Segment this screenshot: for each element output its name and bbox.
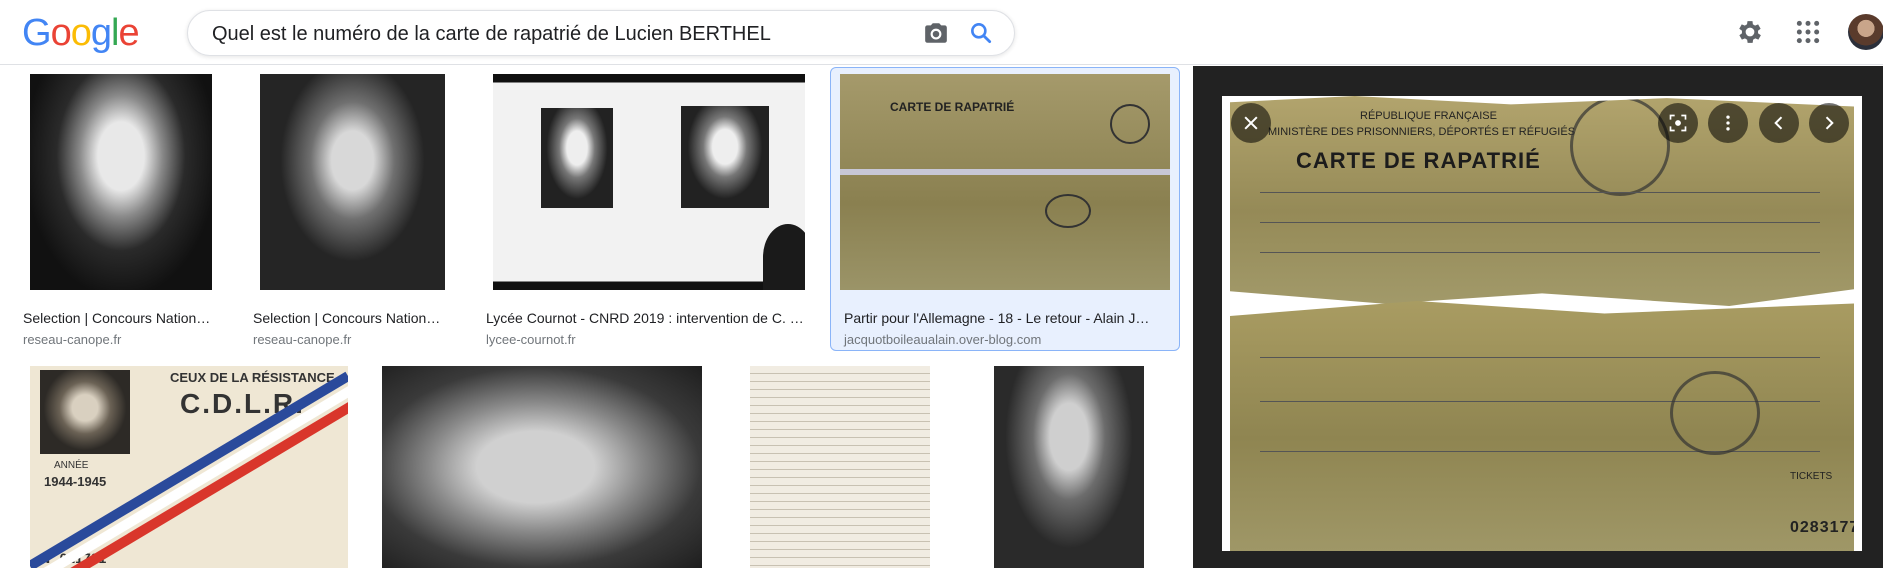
google-logo[interactable]: Google	[22, 12, 140, 55]
previous-button[interactable]	[1759, 103, 1799, 143]
result-thumbnail[interactable]	[382, 366, 702, 568]
form-line	[1260, 192, 1820, 193]
stamp	[1110, 104, 1150, 144]
result-thumbnail[interactable]	[260, 74, 445, 290]
preview-image[interactable]: RÉPUBLIQUE FRANÇAISE MINISTÈRE DES PRISO…	[1222, 96, 1862, 551]
result-card[interactable]: Lycée Cournot - CNRD 2019 : intervention…	[483, 74, 818, 347]
image-results-grid: Selection | Concours Nation… reseau-cano…	[0, 66, 1193, 568]
form-line	[1260, 252, 1820, 253]
next-icon	[1825, 116, 1834, 130]
result-title[interactable]: Selection | Concours Nation…	[23, 310, 223, 326]
document-ministry: MINISTÈRE DES PRISONNIERS, DÉPORTÉS ET R…	[1268, 126, 1576, 138]
result-card[interactable]	[372, 366, 712, 568]
document-title: CARTE DE RAPATRIÉ	[890, 100, 1015, 114]
document-number: 0283177	[1790, 519, 1860, 536]
prev-icon	[1774, 116, 1783, 130]
result-thumbnail[interactable]	[994, 366, 1144, 568]
avatar[interactable]	[1848, 14, 1883, 50]
document-republic: RÉPUBLIQUE FRANÇAISE	[1360, 110, 1497, 122]
result-card[interactable]	[740, 366, 940, 568]
result-card[interactable]	[966, 366, 1176, 568]
tear-gap	[840, 169, 1170, 175]
tricolor-stripes	[30, 371, 348, 568]
document-tickets: TICKETS	[1790, 471, 1833, 482]
camera-icon[interactable]	[923, 20, 949, 46]
result-card[interactable]: CEUX DE LA RÉSISTANCE C.D.L.R. ANNÉE 194…	[20, 366, 350, 568]
result-thumbnail[interactable]	[750, 366, 930, 568]
document-bottom-half: TICKETS 0283177	[1230, 301, 1854, 551]
result-card[interactable]: Selection | Concours Nation… reseau-cano…	[20, 74, 223, 347]
stamp	[1670, 371, 1760, 455]
result-thumbnail[interactable]	[30, 74, 212, 290]
gear-icon[interactable]	[1735, 17, 1765, 47]
more-icon	[1726, 115, 1730, 131]
result-thumbnail[interactable]: CARTE DE RAPATRIÉ	[840, 74, 1170, 290]
result-source: jacquotboileaualain.over-blog.com	[844, 332, 1042, 347]
portrait-photo	[681, 106, 769, 208]
result-card[interactable]: Selection | Concours Nation… reseau-cano…	[250, 74, 460, 347]
document-title: CARTE DE RAPATRIÉ	[1296, 148, 1541, 173]
close-button[interactable]	[1231, 103, 1271, 143]
more-options-button[interactable]	[1708, 103, 1748, 143]
result-title[interactable]: Lycée Cournot - CNRD 2019 : intervention…	[486, 310, 816, 326]
form-line	[1260, 357, 1820, 358]
result-title[interactable]: Selection | Concours Nation…	[253, 310, 453, 326]
close-icon	[1244, 116, 1258, 130]
result-source: lycee-cournot.fr	[486, 332, 576, 347]
search-box[interactable]: Quel est le numéro de la carte de rapatr…	[187, 10, 1015, 56]
portrait-photo	[541, 108, 613, 208]
result-thumbnail[interactable]: CEUX DE LA RÉSISTANCE C.D.L.R. ANNÉE 194…	[30, 366, 348, 568]
image-preview-panel: RÉPUBLIQUE FRANÇAISE MINISTÈRE DES PRISO…	[1193, 66, 1883, 568]
apps-icon[interactable]	[1795, 19, 1821, 45]
search-input[interactable]: Quel est le numéro de la carte de rapatr…	[212, 23, 771, 46]
lens-icon	[1669, 114, 1687, 132]
form-line	[1260, 451, 1820, 452]
result-card[interactable]: CARTE DE RAPATRIÉ Partir pour l'Allemagn…	[836, 74, 1176, 347]
silhouette	[763, 224, 805, 290]
lens-button[interactable]	[1658, 103, 1698, 143]
result-thumbnail[interactable]	[493, 74, 805, 290]
form-line	[1260, 222, 1820, 223]
stamp	[1045, 194, 1091, 228]
search-icon[interactable]	[968, 20, 994, 46]
next-button[interactable]	[1809, 103, 1849, 143]
stamp	[1570, 96, 1670, 196]
result-title[interactable]: Partir pour l'Allemagne - 18 - Le retour…	[844, 310, 1169, 326]
header: Google Quel est le numéro de la carte de…	[0, 0, 1883, 65]
result-source: reseau-canope.fr	[23, 332, 122, 347]
result-source: reseau-canope.fr	[253, 332, 352, 347]
